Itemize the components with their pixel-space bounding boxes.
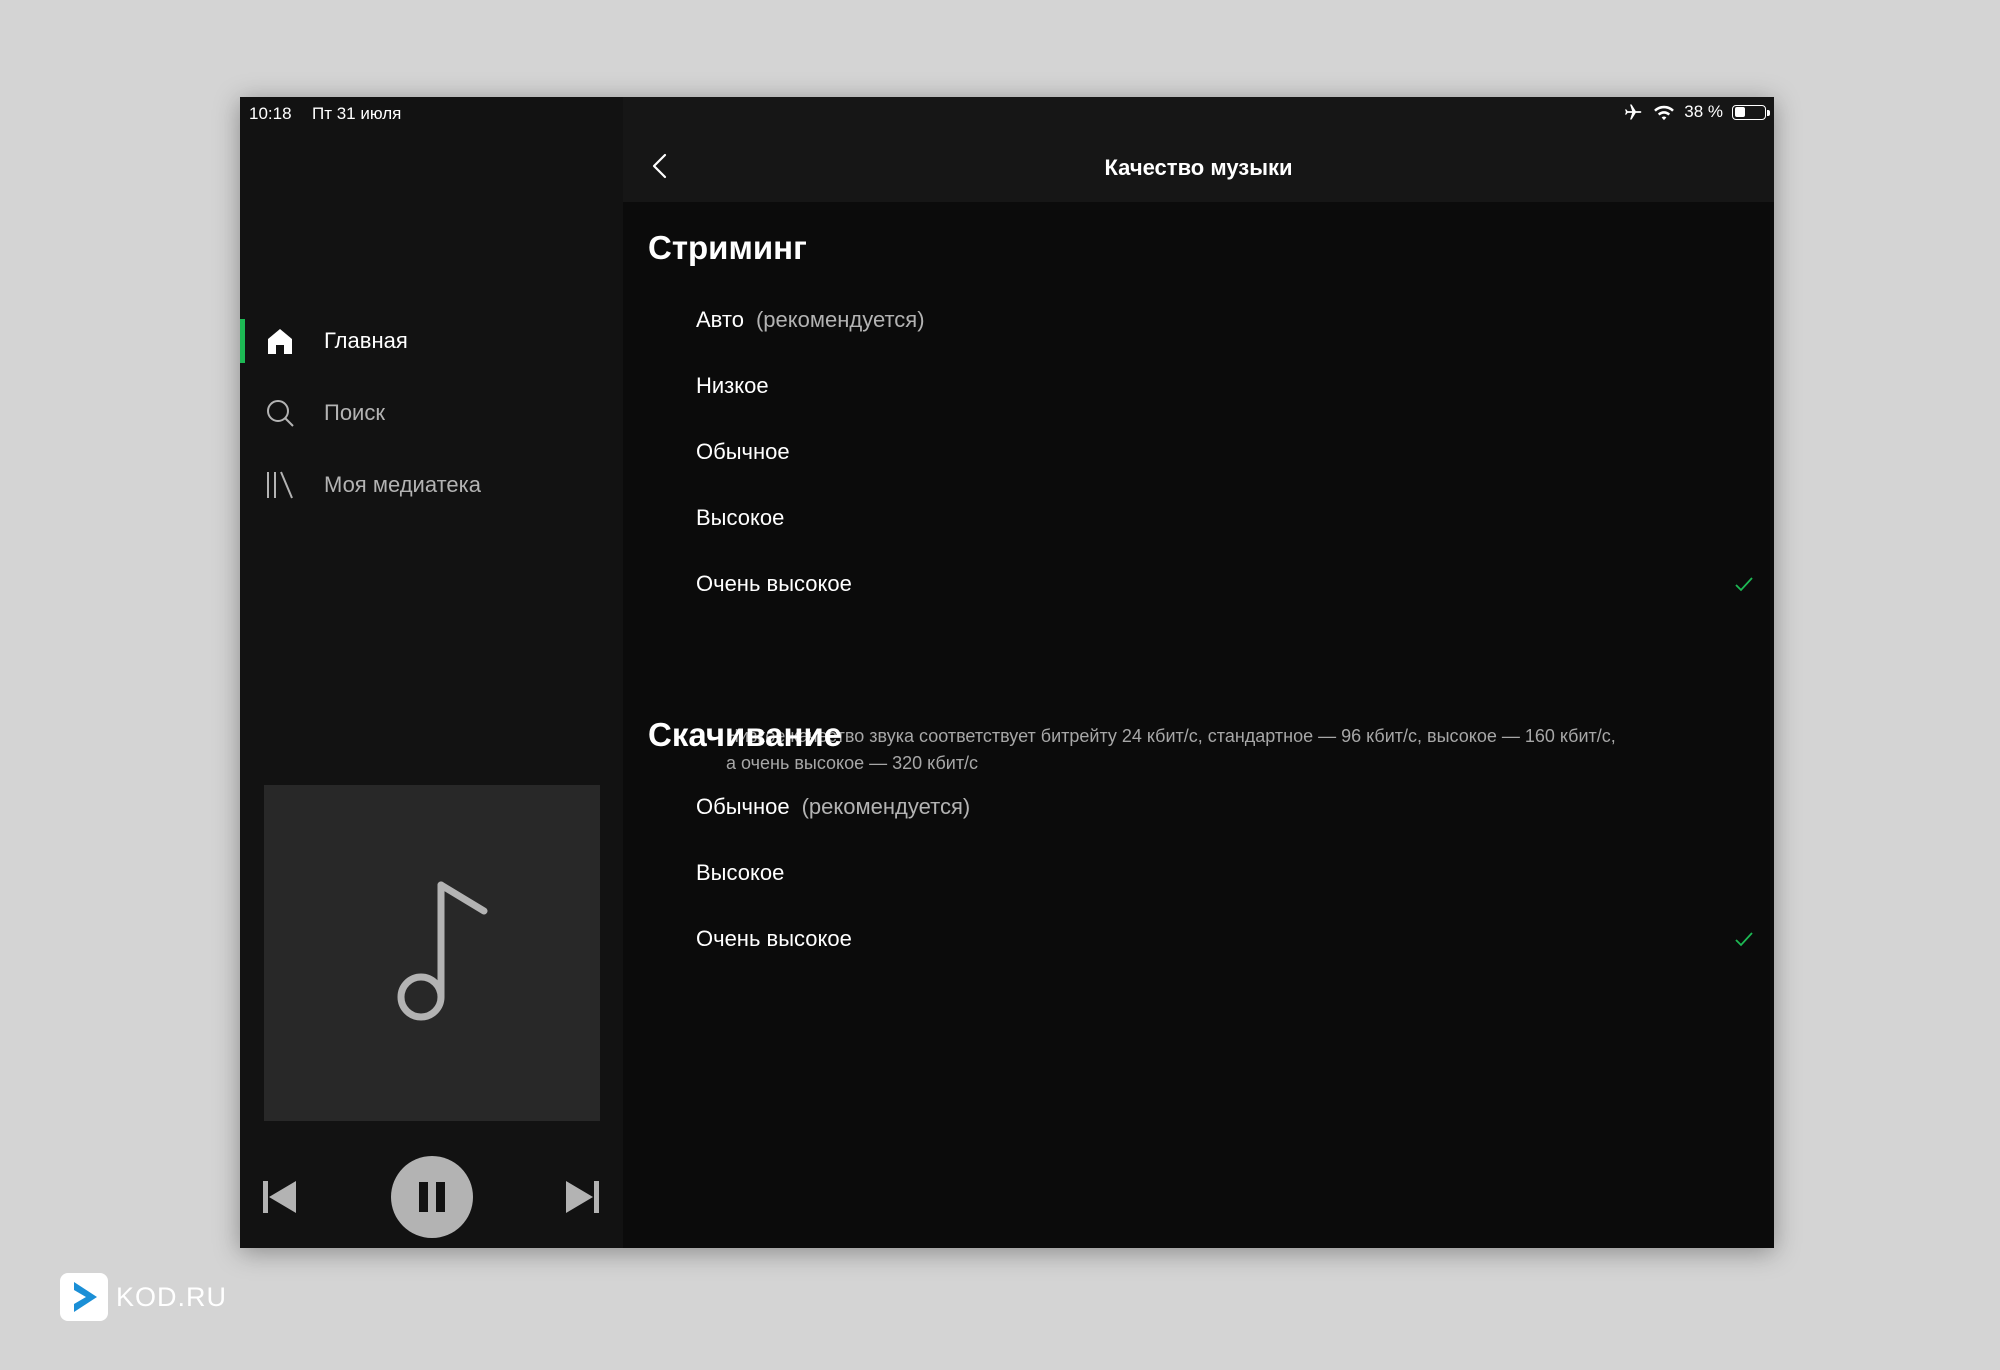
sidebar-item-library[interactable]: Моя медиатека [240,459,623,511]
download-option-very-high[interactable]: Очень высокое [675,914,1755,962]
brand-watermark: KOD.RU [60,1273,227,1321]
sidebar: Главная Поиск Моя медиатека [240,97,623,1248]
previous-track-icon[interactable] [260,1177,300,1217]
option-label: Авто (рекомендуется) [696,307,925,332]
pause-button[interactable] [390,1155,474,1239]
page-title: Качество музыки [1104,155,1293,180]
status-date: Пт 31 июля [312,104,402,123]
sidebar-item-home[interactable]: Главная [240,315,623,367]
option-hint: (рекомендуется) [755,307,925,332]
option-label: Низкое [696,373,769,398]
streaming-option-normal[interactable]: Обычное [675,427,1755,475]
checkmark-icon [1735,932,1753,947]
home-icon [268,329,292,354]
music-note-icon [397,881,488,1021]
wifi-icon [1654,105,1675,121]
tablet-screen: 10:18 Пт 31 июля 38 % Главная Поиск Моя … [240,97,1774,1248]
streaming-option-high[interactable]: Высокое [675,493,1755,541]
option-label: Высокое [696,505,785,530]
next-track-icon[interactable] [562,1177,602,1217]
battery-fill [1734,107,1746,117]
search-icon [267,400,294,427]
brand-logo [60,1273,108,1321]
checkmark-icon [1735,577,1753,592]
quality-note: Низкое качество звука соответствует битр… [726,726,1616,773]
sidebar-item-label: Моя медиатека [324,472,481,497]
option-label: Высокое [696,860,785,885]
library-icon [267,471,293,499]
sidebar-item-label: Поиск [324,400,385,425]
sidebar-item-label: Главная [324,328,408,353]
option-label: Очень высокое [696,571,852,596]
option-label: Очень высокое [696,926,852,951]
option-hint: (рекомендуется) [801,794,971,819]
settings-panel: Качество музыки Стриминг Авто (рекомендуе… [623,97,1774,1248]
section-title-streaming: Стриминг [648,229,807,266]
streaming-option-auto[interactable]: Авто (рекомендуется) [675,295,1755,343]
battery-percent: 38 % [1684,102,1723,121]
option-label: Обычное (рекомендуется) [696,794,971,819]
sidebar-item-search[interactable]: Поиск [240,387,623,439]
play-logo-icon [74,1282,97,1312]
brand-text: KOD.RU [116,1281,228,1312]
streaming-option-low[interactable]: Низкое [675,361,1755,409]
status-bar: 10:18 Пт 31 июля 38 % [240,97,1774,127]
active-indicator [240,319,245,363]
battery-icon [1732,104,1770,120]
streaming-option-very-high[interactable]: Очень высокое [675,559,1755,607]
download-option-normal[interactable]: Обычное (рекомендуется) [675,782,1755,830]
download-option-high[interactable]: Высокое [675,848,1755,896]
section-title-download: Скачивание [648,716,843,753]
option-label: Обычное [696,439,790,464]
airplane-mode-icon [1625,104,1642,120]
status-right: 38 % [1622,102,1770,122]
album-art[interactable] [264,785,600,1121]
pause-icon [419,1182,428,1212]
status-time: 10:18 [249,104,292,123]
